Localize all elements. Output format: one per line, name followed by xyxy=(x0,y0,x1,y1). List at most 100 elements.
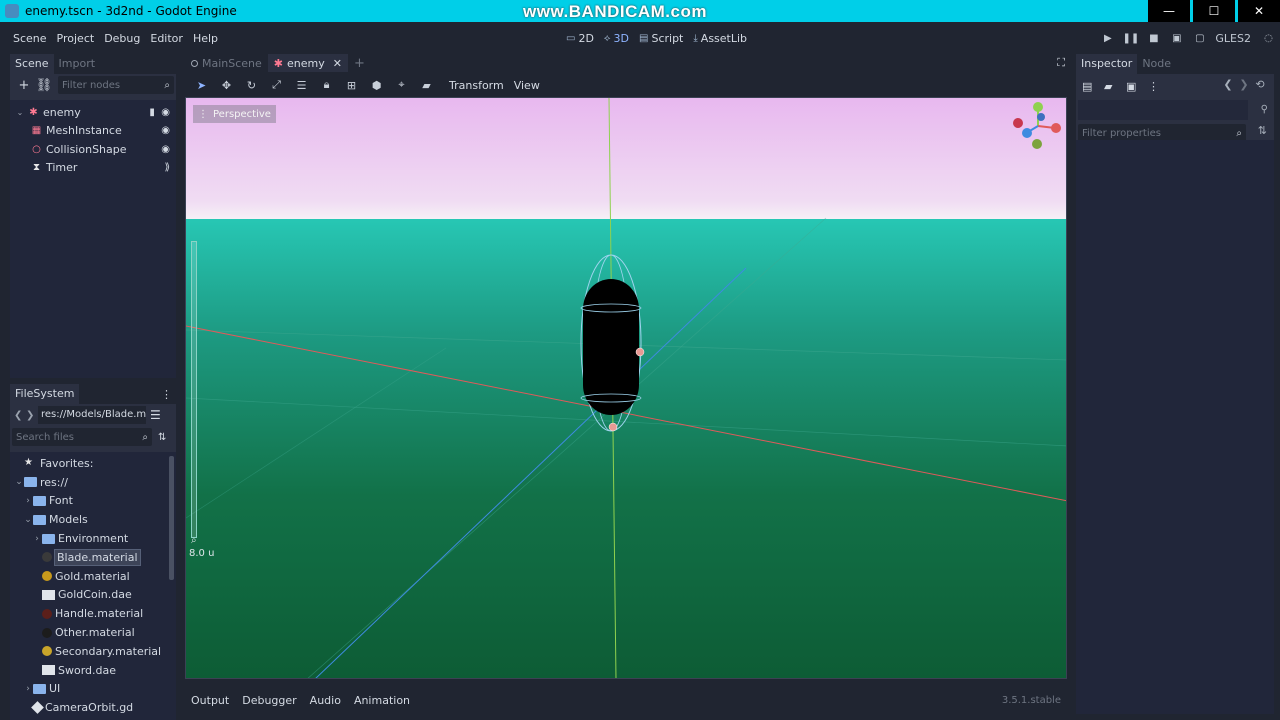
filesystem-item[interactable]: Gold.material xyxy=(10,567,176,586)
open-folder-icon[interactable]: ▰ xyxy=(1104,80,1126,93)
play-scene-icon[interactable]: ▣ xyxy=(1165,33,1188,44)
mode-assetlib-button[interactable]: ⤓ AssetLib xyxy=(693,32,747,45)
node-script-and-visibility-icons[interactable]: ▮ ◉ xyxy=(149,107,170,118)
distraction-free-icon[interactable]: ⛶ xyxy=(1057,56,1065,70)
more-options-icon[interactable]: ⋮ xyxy=(1148,80,1170,93)
chevron-down-icon[interactable]: ⌄ xyxy=(14,477,24,487)
tab-enemy[interactable]: ✱ enemy ✕ xyxy=(267,54,348,72)
add-node-icon[interactable]: + xyxy=(14,78,34,93)
object-properties-icon[interactable]: ⚲ xyxy=(1261,104,1268,115)
scene-file-icon xyxy=(42,589,55,600)
renderer-selector[interactable]: GLES2 xyxy=(1215,32,1251,45)
list-select-icon[interactable]: ☰ xyxy=(289,79,314,92)
tab-import[interactable]: Import xyxy=(54,54,101,74)
tree-node-timer[interactable]: ⧗ Timer ⟫ xyxy=(10,159,176,178)
chevron-right-icon[interactable]: › xyxy=(23,684,33,694)
tab-animation[interactable]: Animation xyxy=(354,694,410,707)
visibility-eye-icon[interactable]: ◉ xyxy=(161,125,170,136)
tree-node-collisionshape[interactable]: ○ CollisionShape ◉ xyxy=(10,140,176,159)
tab-output[interactable]: Output xyxy=(191,694,229,707)
play-icon[interactable]: ▶ xyxy=(1096,33,1119,44)
filesystem-item[interactable]: › Environment xyxy=(10,529,176,548)
menu-help[interactable]: Help xyxy=(188,32,223,45)
filesystem-item[interactable]: CameraOrbit.gd xyxy=(10,698,176,717)
group-icon[interactable]: ⊞ xyxy=(339,79,364,92)
tree-node-meshinstance[interactable]: ▦ MeshInstance ◉ xyxy=(10,122,176,141)
filesystem-item[interactable]: GoldCoin.dae xyxy=(10,586,176,605)
tree-node-enemy[interactable]: ⌄ ✱ enemy ▮ ◉ xyxy=(10,103,176,122)
chevron-down-icon[interactable]: ⌄ xyxy=(23,515,33,525)
chevron-down-icon[interactable]: ⌄ xyxy=(16,108,24,117)
minimize-button[interactable]: — xyxy=(1148,0,1190,22)
zoom-reset-icon[interactable]: ⌕ xyxy=(191,535,197,546)
filesystem-item[interactable]: Blade.material xyxy=(10,548,176,567)
zoom-slider[interactable] xyxy=(191,241,197,538)
instance-scene-icon[interactable]: ⛓ xyxy=(34,78,54,93)
back-arrow-icon[interactable]: ❮ xyxy=(1220,78,1236,91)
filesystem-item[interactable]: › Font xyxy=(10,492,176,511)
tab-filesystem[interactable]: FileSystem xyxy=(10,384,80,404)
filesystem-item[interactable]: › UI xyxy=(10,680,176,699)
mode-script-label: Script xyxy=(651,31,684,45)
pause-icon[interactable]: ❚❚ xyxy=(1119,33,1142,44)
mode-3d-button[interactable]: ⟡ 3D xyxy=(604,32,629,45)
filesystem-path-input[interactable]: res://Models/Blade.ma xyxy=(38,406,146,424)
filesystem-item[interactable]: Other.material xyxy=(10,623,176,642)
camera-icon[interactable]: ▰ xyxy=(414,79,439,92)
filesystem-item[interactable]: Secondary.material xyxy=(10,642,176,661)
sort-icon[interactable]: ⇅ xyxy=(158,432,166,443)
stop-icon[interactable]: ■ xyxy=(1142,33,1165,44)
dock-menu-icon[interactable]: ⋮ xyxy=(161,388,172,401)
filter-nodes-input[interactable]: Filter nodes ⌕ xyxy=(58,76,174,94)
perspective-menu-button[interactable]: ⋮ Perspective xyxy=(193,105,276,123)
menu-debug[interactable]: Debug xyxy=(99,32,145,45)
recording-watermark: www.BANDICAM.com xyxy=(523,2,707,21)
filesystem-item[interactable]: ⌄ Models xyxy=(10,510,176,529)
property-sort-icon[interactable]: ⇅ xyxy=(1258,124,1267,137)
search-files-input[interactable]: Search files ⌕ xyxy=(12,428,152,446)
history-icon[interactable]: ⟲ xyxy=(1252,78,1268,91)
close-tab-icon[interactable]: ✕ xyxy=(333,57,342,70)
tab-debugger[interactable]: Debugger xyxy=(242,694,296,707)
forward-arrow-icon[interactable]: ❯ xyxy=(26,410,38,421)
menu-editor[interactable]: Editor xyxy=(145,32,188,45)
split-mode-icon[interactable]: ☰ xyxy=(150,408,161,422)
tab-inspector[interactable]: Inspector xyxy=(1076,54,1138,74)
scale-tool-icon[interactable]: ⤢ xyxy=(264,78,289,92)
save-icon[interactable]: ▣ xyxy=(1126,80,1148,93)
update-spinner-icon[interactable]: ◌ xyxy=(1257,33,1280,44)
object-selector[interactable] xyxy=(1078,100,1248,120)
filesystem-item[interactable]: ★ Favorites: xyxy=(10,454,176,473)
tab-node[interactable]: Node xyxy=(1137,54,1176,74)
select-tool-icon[interactable]: ➤ xyxy=(189,79,214,92)
tab-audio[interactable]: Audio xyxy=(310,694,341,707)
rotate-tool-icon[interactable]: ↻ xyxy=(239,79,264,92)
chevron-right-icon[interactable]: › xyxy=(32,534,42,544)
close-window-button[interactable]: ✕ xyxy=(1238,0,1280,22)
signal-icon[interactable]: ⟫ xyxy=(164,162,170,173)
menu-project[interactable]: Project xyxy=(52,32,100,45)
mode-script-button[interactable]: ▤ Script xyxy=(639,32,683,45)
chevron-right-icon[interactable]: › xyxy=(23,496,33,506)
tab-scene[interactable]: Scene xyxy=(10,54,54,74)
forward-arrow-icon[interactable]: ❯ xyxy=(1236,78,1252,91)
mode-2d-button[interactable]: ▭ 2D xyxy=(566,32,594,45)
new-resource-icon[interactable]: ▤ xyxy=(1082,80,1104,93)
transform-menu[interactable]: Transform xyxy=(449,79,504,92)
view-menu[interactable]: View xyxy=(514,79,540,92)
tab-mainscene[interactable]: MainScene xyxy=(185,54,268,72)
play-custom-scene-icon[interactable]: ▢ xyxy=(1188,33,1211,44)
filesystem-item[interactable]: Handle.material xyxy=(10,604,176,623)
move-tool-icon[interactable]: ✥ xyxy=(214,79,239,92)
lock-icon[interactable]: 🔒︎ xyxy=(314,78,339,92)
local-space-icon[interactable]: ⬢ xyxy=(364,79,389,92)
add-scene-tab-button[interactable]: + xyxy=(348,54,371,72)
filesystem-item[interactable]: Sword.dae xyxy=(10,661,176,680)
menu-scene[interactable]: Scene xyxy=(8,32,52,45)
visibility-eye-icon[interactable]: ◉ xyxy=(161,144,170,155)
maximize-button[interactable]: ☐ xyxy=(1193,0,1235,22)
back-arrow-icon[interactable]: ❮ xyxy=(14,410,26,421)
snap-icon[interactable]: ⌖ xyxy=(389,78,414,92)
filesystem-item[interactable]: ⌄ res:// xyxy=(10,473,176,492)
3d-viewport[interactable]: ⋮ Perspective ⌕ 8.0 u xyxy=(185,97,1067,679)
